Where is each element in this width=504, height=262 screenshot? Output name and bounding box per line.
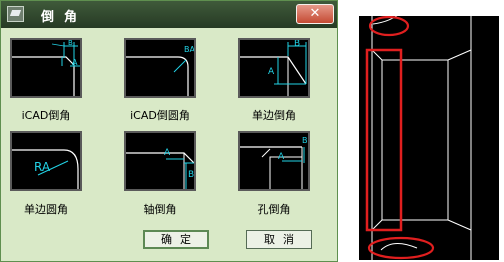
option-label-single-chamfer[interactable]: 单边倒角 xyxy=(224,107,324,123)
option-label-single-fillet[interactable]: 单边圆角 xyxy=(0,201,96,217)
dim-a-label: A xyxy=(164,148,171,158)
option-label-icad-fillet[interactable]: iCAD倒圆角 xyxy=(110,107,210,123)
option-icad-fillet-image[interactable]: BA xyxy=(124,38,196,98)
chamfer-dialog: 倒角 ✕ B A iCAD倒角 BA iCAD倒圆角 B A 单边倒角 RA 单… xyxy=(0,0,338,262)
dim-a-label: A xyxy=(72,58,78,67)
option-label-hole-chamfer[interactable]: 孔倒角 xyxy=(224,201,324,217)
title-bar[interactable]: 倒角 ✕ xyxy=(1,1,337,28)
option-label-shaft-chamfer[interactable]: 轴倒角 xyxy=(110,201,210,217)
option-shaft-chamfer-image[interactable]: A B xyxy=(124,131,196,191)
cancel-button[interactable]: 取消 xyxy=(246,230,312,249)
option-icad-chamfer-image[interactable]: B A xyxy=(10,38,82,98)
ok-button[interactable]: 确定 xyxy=(143,230,209,249)
option-hole-chamfer-image[interactable]: A B xyxy=(238,131,310,191)
dim-b-label: B xyxy=(188,170,194,180)
dim-a-label: A xyxy=(268,67,275,77)
option-label-icad-chamfer[interactable]: iCAD倒角 xyxy=(0,107,96,123)
dim-b-label: B xyxy=(302,136,308,145)
app-icon xyxy=(7,6,24,22)
option-single-fillet-image[interactable]: RA xyxy=(10,131,82,191)
close-button[interactable]: ✕ xyxy=(296,4,334,24)
dim-b-label: B xyxy=(294,40,300,49)
dim-b-label: B xyxy=(68,40,73,47)
dim-ba-label: BA xyxy=(184,45,194,54)
option-single-chamfer-image[interactable]: B A xyxy=(238,38,310,98)
dim-a-label: A xyxy=(278,152,285,162)
dim-ra-label: RA xyxy=(34,160,51,174)
cad-preview xyxy=(359,16,499,260)
dialog-title: 倒角 xyxy=(41,10,88,25)
